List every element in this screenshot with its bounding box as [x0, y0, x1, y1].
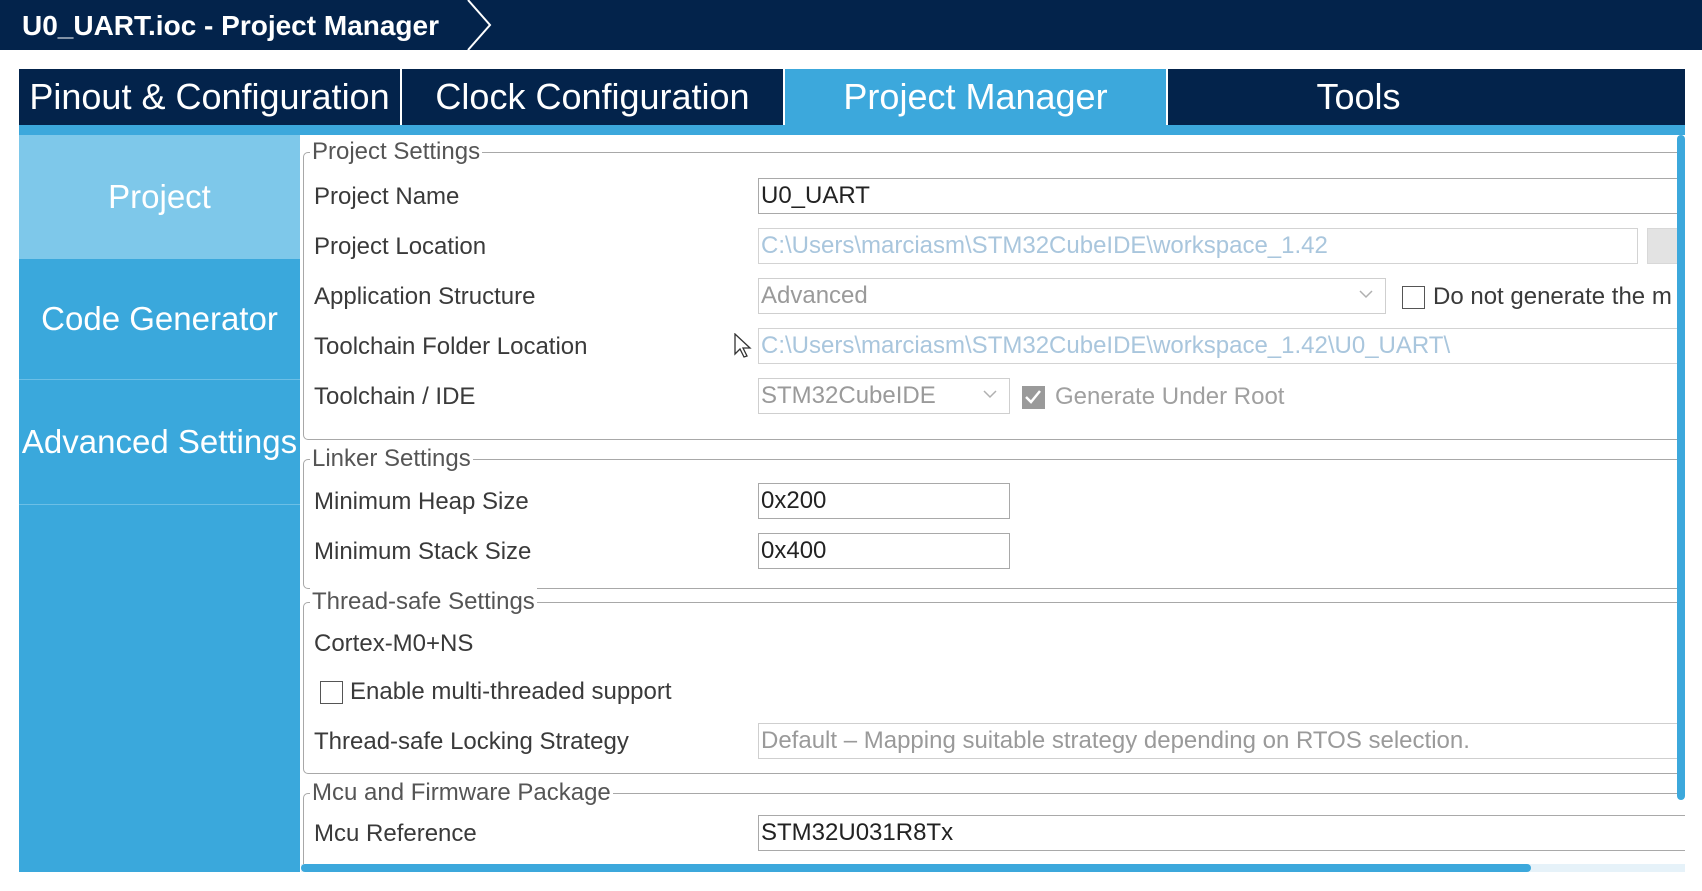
sidebar-item-code-generator[interactable]: Code Generator: [19, 259, 300, 379]
min-heap-label: Minimum Heap Size: [314, 488, 529, 515]
tabs-underline: [19, 125, 1685, 135]
mcu-reference-input[interactable]: STM32U031R8Tx: [758, 815, 1685, 851]
chevron-down-icon: [1359, 290, 1373, 299]
core-label: Cortex-M0+NS: [314, 630, 474, 657]
title-bar: U0_UART.ioc - Project Manager: [0, 0, 1702, 50]
do-not-generate-checkbox[interactable]: [1402, 286, 1425, 309]
min-heap-input[interactable]: 0x200: [758, 483, 1010, 519]
application-structure-select[interactable]: Advanced: [758, 278, 1386, 314]
tab-tools[interactable]: Tools: [1168, 69, 1549, 125]
generate-under-root-label: Generate Under Root: [1055, 383, 1285, 410]
tab-pinout-configuration[interactable]: Pinout & Configuration: [19, 69, 400, 125]
locking-strategy-select[interactable]: Default – Mapping suitable strategy depe…: [758, 723, 1685, 759]
tab-project-manager[interactable]: Project Manager: [785, 69, 1166, 125]
sidebar-item-advanced-settings[interactable]: Advanced Settings: [19, 380, 300, 504]
main-tabs: Pinout & Configuration Clock Configurati…: [19, 69, 1685, 125]
do-not-generate-label: Do not generate the m: [1433, 283, 1672, 310]
project-name-input[interactable]: U0_UART: [758, 178, 1685, 214]
sidebar-divider: [19, 504, 300, 505]
chevron-right-icon: [467, 0, 492, 50]
chevron-down-icon: [983, 390, 997, 399]
thread-safe-settings-legend: Thread-safe Settings: [310, 588, 537, 616]
sidebar-item-project[interactable]: Project: [19, 135, 300, 259]
project-settings-legend: Project Settings: [310, 138, 483, 166]
application-structure-label: Application Structure: [314, 283, 536, 310]
toolchain-ide-label: Toolchain / IDE: [314, 383, 476, 410]
checkmark-icon: [1025, 390, 1041, 404]
enable-multithread-label: Enable multi-threaded support: [350, 678, 672, 705]
mouse-pointer-icon: [734, 333, 752, 358]
locking-strategy-label: Thread-safe Locking Strategy: [314, 728, 629, 755]
linker-settings-legend: Linker Settings: [310, 445, 473, 473]
mcu-firmware-legend: Mcu and Firmware Package: [310, 779, 613, 807]
project-panel: Project Settings Project Name U0_UART Pr…: [301, 135, 1685, 872]
project-location-label: Project Location: [314, 233, 487, 260]
tab-clock-configuration[interactable]: Clock Configuration: [402, 69, 783, 125]
mcu-reference-label: Mcu Reference: [314, 820, 477, 847]
window-title: U0_UART.ioc - Project Manager: [22, 10, 439, 41]
toolchain-folder-label: Toolchain Folder Location: [314, 333, 588, 360]
min-stack-input[interactable]: 0x400: [758, 533, 1010, 569]
horizontal-scrollbar-thumb[interactable]: [301, 864, 1531, 872]
project-name-label: Project Name: [314, 183, 460, 210]
toolchain-ide-value: STM32CubeIDE: [761, 382, 936, 409]
generate-under-root-checkbox[interactable]: [1022, 386, 1045, 409]
enable-multithread-checkbox[interactable]: [320, 681, 343, 704]
min-stack-label: Minimum Stack Size: [314, 538, 532, 565]
linker-settings-group: Linker Settings: [303, 445, 1685, 589]
application-structure-value: Advanced: [761, 282, 868, 309]
project-location-input[interactable]: C:\Users\marciasm\STM32CubeIDE\workspace…: [758, 228, 1638, 264]
toolchain-ide-select[interactable]: STM32CubeIDE: [758, 378, 1010, 414]
vertical-scrollbar[interactable]: [1677, 135, 1685, 800]
toolchain-folder-input[interactable]: C:\Users\marciasm\STM32CubeIDE\workspace…: [758, 328, 1685, 364]
sidebar: Project Code Generator Advanced Settings: [19, 135, 300, 872]
